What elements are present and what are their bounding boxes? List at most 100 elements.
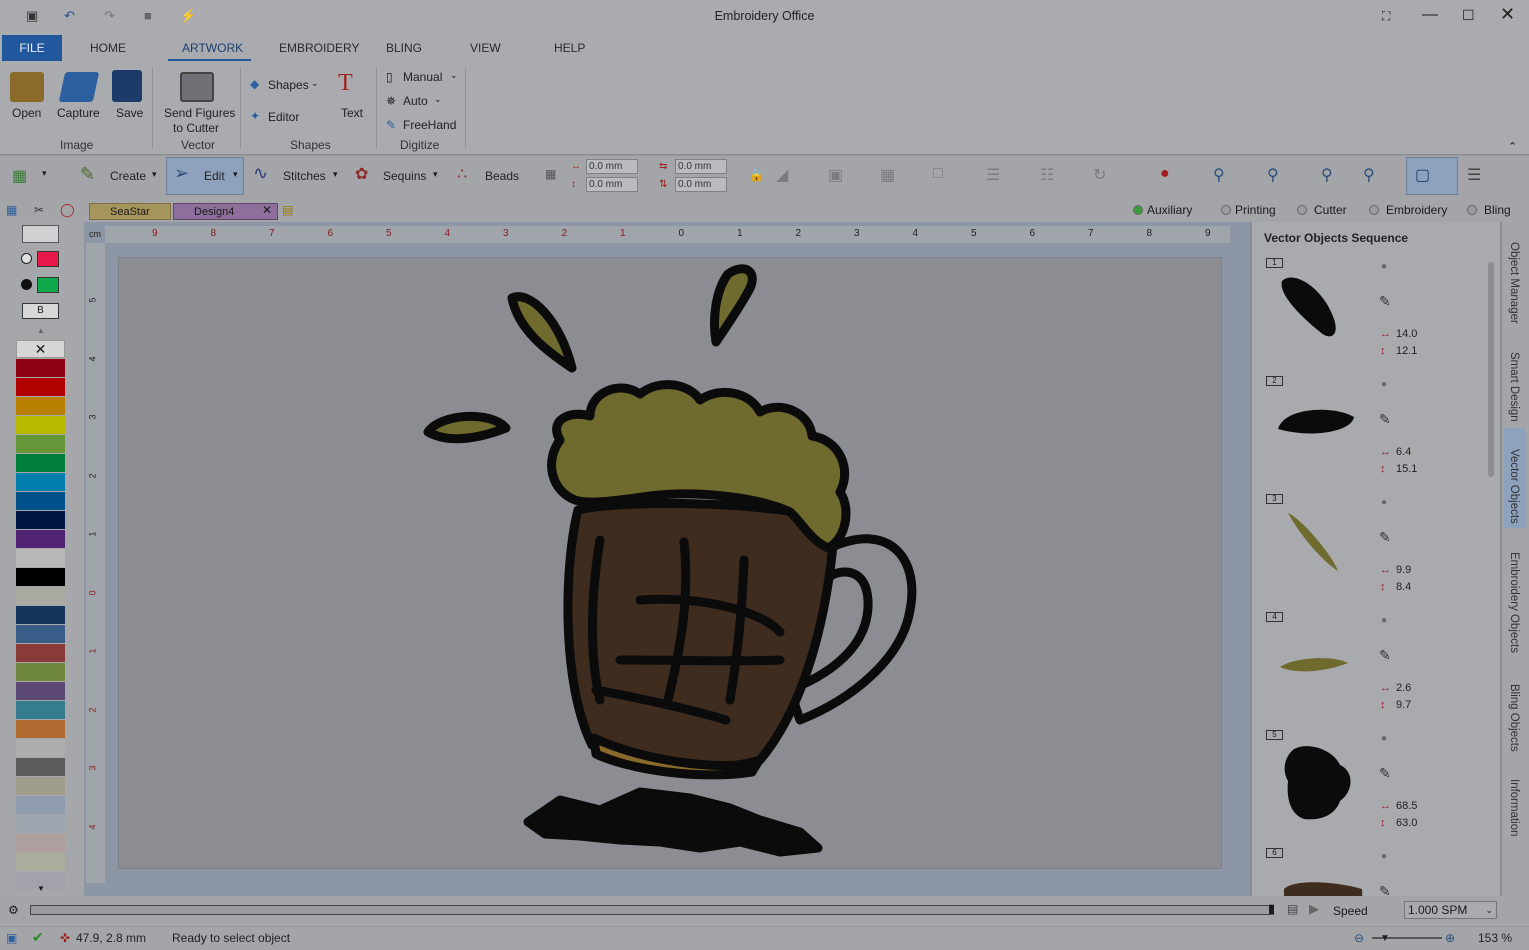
color-swatch[interactable] bbox=[16, 644, 65, 662]
color-swatch[interactable] bbox=[16, 758, 65, 776]
color-swatch[interactable] bbox=[16, 815, 65, 833]
printing-radio[interactable] bbox=[1221, 205, 1231, 215]
chevron-down-icon[interactable]: ▾ bbox=[152, 169, 157, 180]
chevron-down-icon[interactable]: ▾ bbox=[333, 169, 338, 180]
color-swatch[interactable] bbox=[16, 359, 65, 377]
fill-icon[interactable]: ◢ bbox=[776, 165, 788, 185]
tab-help[interactable]: HELP bbox=[554, 41, 585, 55]
zoom-out-icon[interactable]: ⊖ bbox=[1354, 931, 1364, 945]
text-button[interactable]: Text bbox=[341, 106, 363, 120]
zoom-box-button[interactable] bbox=[1406, 157, 1458, 195]
chevron-down-icon[interactable]: ▾ bbox=[42, 168, 47, 179]
close-tab-icon[interactable]: ✕ bbox=[262, 203, 272, 217]
object-thumbnail[interactable] bbox=[1274, 269, 1366, 361]
save-icon[interactable]: ▣ bbox=[26, 8, 38, 24]
zoom-page-icon[interactable]: ⚲ bbox=[1363, 165, 1375, 185]
collapse-ribbon-icon[interactable]: ⌃ bbox=[1508, 140, 1517, 153]
side-tab-object-manager[interactable]: Object Manager bbox=[1508, 242, 1520, 324]
color-swatch[interactable] bbox=[16, 796, 65, 814]
doc-tab-seastar[interactable]: SeaStar bbox=[89, 203, 171, 220]
color-swatch[interactable] bbox=[16, 777, 65, 795]
color-swatch[interactable] bbox=[16, 492, 65, 510]
outline-color-swatch[interactable] bbox=[37, 251, 59, 267]
color-swatch[interactable] bbox=[16, 625, 65, 643]
open-button[interactable]: Open bbox=[12, 106, 41, 120]
background-box[interactable]: B bbox=[22, 303, 59, 319]
lightning-icon[interactable]: ⚡ bbox=[180, 8, 196, 24]
side-tab-bling-objects[interactable]: Bling Objects bbox=[1508, 684, 1520, 752]
edit-pencil-icon[interactable]: ✎ bbox=[1379, 293, 1391, 310]
auxiliary-label[interactable]: Auxiliary bbox=[1147, 203, 1192, 217]
vector-object-item[interactable]: 4 ● ✎ ↔ 2.6 ↕ 9.7 bbox=[1260, 609, 1490, 725]
tab-home[interactable]: HOME bbox=[90, 41, 126, 55]
maximize-icon[interactable]: ☐ bbox=[1462, 7, 1475, 24]
layers-icon[interactable]: ▦ bbox=[12, 166, 27, 186]
chevron-down-icon[interactable]: ▾ bbox=[233, 169, 238, 180]
group-icon[interactable]: ▣ bbox=[828, 165, 843, 185]
chevron-down-icon[interactable]: ⌄ bbox=[434, 94, 442, 105]
vector-object-item[interactable]: 3 ● ✎ ↔ 9.9 ↕ 8.4 bbox=[1260, 491, 1490, 607]
create-button[interactable]: Create bbox=[110, 169, 146, 183]
bling-radio[interactable] bbox=[1467, 205, 1477, 215]
stitch-player-icon[interactable]: ⚙ bbox=[8, 903, 19, 917]
no-color-swatch[interactable]: ✕ bbox=[16, 340, 65, 358]
auxiliary-radio[interactable] bbox=[1133, 205, 1143, 215]
chevron-down-icon[interactable]: ⌄ bbox=[450, 70, 458, 81]
color-swatch[interactable] bbox=[16, 549, 65, 567]
color-swatch[interactable] bbox=[16, 473, 65, 491]
visibility-icon[interactable]: ● bbox=[1381, 261, 1387, 272]
color-swatch[interactable] bbox=[16, 435, 65, 453]
embroidery-radio[interactable] bbox=[1369, 205, 1379, 215]
cutter-radio[interactable] bbox=[1297, 205, 1307, 215]
beer-mug-artwork[interactable] bbox=[405, 262, 935, 862]
scroll-up-icon[interactable]: ▲ bbox=[37, 326, 45, 335]
object-thumbnail[interactable] bbox=[1274, 623, 1366, 715]
select-mode-icon[interactable]: ▦ bbox=[545, 167, 556, 181]
zoom-in-icon[interactable]: ⊕ bbox=[1445, 931, 1455, 945]
outline-radio[interactable] bbox=[21, 253, 32, 264]
save-button[interactable]: Save bbox=[116, 106, 143, 120]
shapes-button[interactable]: Shapes bbox=[268, 78, 309, 92]
object-thumbnail[interactable] bbox=[1274, 505, 1366, 597]
color-swatch[interactable] bbox=[16, 739, 65, 757]
cutter-icon[interactable] bbox=[180, 72, 214, 102]
tab-artwork[interactable]: ARTWORK bbox=[182, 41, 243, 55]
height-field[interactable]: 0.0 mm bbox=[586, 177, 638, 192]
beads-button[interactable]: Beads bbox=[485, 169, 519, 183]
slider-end-handle[interactable]: ▮ bbox=[1268, 901, 1275, 917]
color-swatch[interactable] bbox=[16, 834, 65, 852]
lock-icon[interactable]: 🔒 bbox=[749, 168, 764, 182]
scale-height-field[interactable]: 0.0 mm bbox=[675, 177, 727, 192]
layout-icon[interactable]: ■ bbox=[144, 8, 152, 23]
visibility-icon[interactable]: ● bbox=[1381, 497, 1387, 508]
fill-radio[interactable] bbox=[21, 279, 32, 290]
visibility-icon[interactable]: ● bbox=[1381, 615, 1387, 626]
lasso-icon[interactable]: ◯ bbox=[60, 202, 75, 218]
embroidery-label[interactable]: Embroidery bbox=[1386, 203, 1447, 217]
vector-object-item[interactable]: 1 ● ✎ ↔ 14.0 ↕ 12.1 bbox=[1260, 255, 1490, 371]
vector-object-item[interactable]: 2 ● ✎ ↔ 6.4 ↕ 15.1 bbox=[1260, 373, 1490, 489]
tab-embroidery[interactable]: EMBROIDERY bbox=[279, 41, 359, 55]
chevron-down-icon[interactable]: ⌄ bbox=[311, 78, 319, 89]
zoom-icon[interactable]: ⚲ bbox=[1213, 165, 1225, 185]
zoom-selection-icon[interactable]: ⚲ bbox=[1321, 165, 1333, 185]
tab-bling[interactable]: BLING bbox=[386, 41, 422, 55]
align-icon[interactable]: ☰ bbox=[986, 165, 1000, 185]
color-swatch[interactable] bbox=[16, 853, 65, 871]
edit-pencil-icon[interactable]: ✎ bbox=[1379, 411, 1391, 428]
tab-view[interactable]: VIEW bbox=[470, 41, 501, 55]
side-tab-embroidery-objects[interactable]: Embroidery Objects bbox=[1508, 552, 1520, 653]
object-thumbnail[interactable] bbox=[1274, 387, 1366, 479]
cutter-label[interactable]: Cutter bbox=[1314, 203, 1347, 217]
fill-color-swatch[interactable] bbox=[37, 277, 59, 293]
side-tab-information[interactable]: Information bbox=[1508, 779, 1520, 837]
list-view-icon[interactable]: ☰ bbox=[1467, 165, 1481, 185]
auto-button[interactable]: Auto bbox=[403, 94, 428, 108]
scanner-icon[interactable] bbox=[58, 72, 100, 102]
stitch-progress-slider[interactable] bbox=[30, 905, 1270, 915]
mode-icon[interactable]: ▦ bbox=[6, 203, 17, 217]
tab-file[interactable]: FILE bbox=[2, 35, 62, 61]
thread-chart-icon[interactable] bbox=[22, 225, 59, 243]
color-swatch[interactable] bbox=[16, 416, 65, 434]
stitches-button[interactable]: Stitches bbox=[283, 169, 326, 183]
